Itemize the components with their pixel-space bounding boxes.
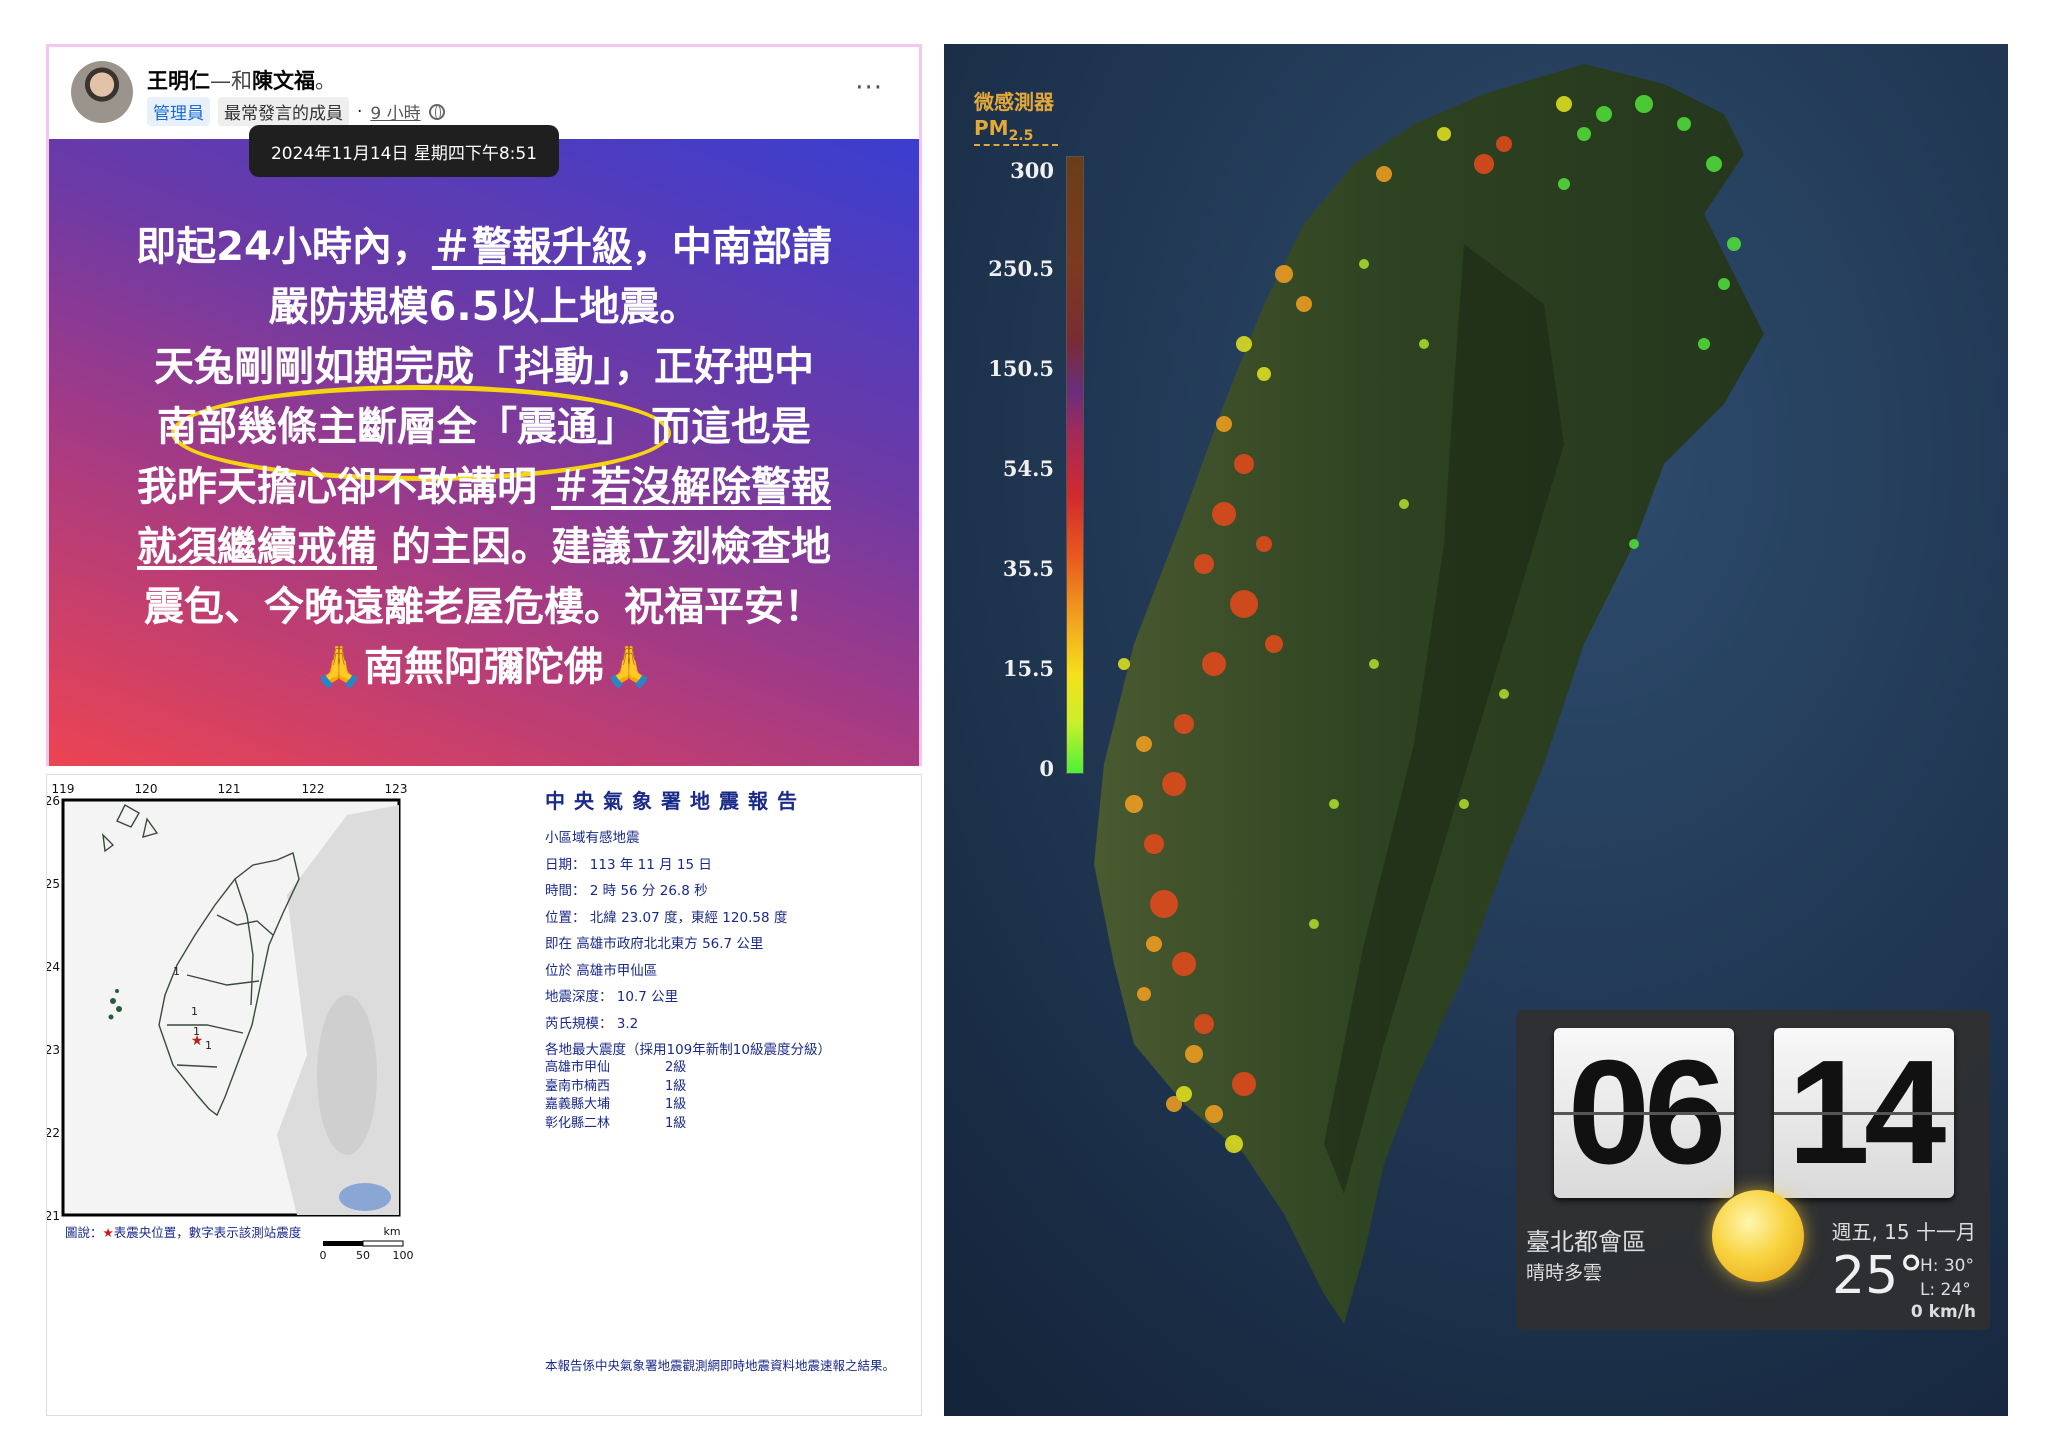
intensity-table: 高雄市甲仙 2級 臺南市楠西 1級 嘉義縣大埔 1級 彰化縣二林 1級 [545, 1059, 686, 1133]
author-name[interactable]: 王明仁 [147, 69, 210, 93]
scale-tick: 0 [1039, 756, 1054, 781]
sun-icon [1712, 1190, 1804, 1282]
report-title: 中央氣象署地震報告 [545, 789, 806, 813]
post-time-link[interactable]: 9 小時 [370, 99, 420, 124]
pm25-legend-label: PM2.5 [974, 116, 1058, 146]
post-line-4: 南部幾條主斷層全「震通」 而這也是 [157, 404, 811, 450]
weather-area: 臺北都會區 [1526, 1228, 1646, 1256]
post-line-1: 即起24小時內，＃警報升級，中南部請 [136, 224, 832, 270]
lat-tick: 22 [47, 1126, 60, 1140]
weather-condition: 晴時多雲 [1526, 1262, 1603, 1284]
author-line: 王明仁—和陳文福。 [147, 65, 336, 95]
report-time: 時間： 2 時 56 分 26.8 秒 [545, 883, 708, 899]
clock-minute: 14 [1774, 1028, 1954, 1198]
clock-hour: 06 [1554, 1028, 1734, 1198]
intensity-row: 臺南市楠西 1級 [545, 1078, 687, 1094]
lat-tick: 26 [47, 794, 60, 808]
cwa-logo-icon [339, 1183, 391, 1211]
scale-tick: 15.5 [1002, 656, 1054, 681]
author-suffix: 。 [315, 69, 336, 93]
report-info: 小區域有感地震 日期： 113 年 11 月 15 日 時間： 2 時 56 分… [545, 825, 831, 1064]
weather-date: 週五, 15 十一月 [1831, 1220, 1976, 1244]
top-contributor-badge[interactable]: 最常發言的成員 [218, 97, 349, 126]
author-avatar[interactable] [71, 61, 133, 123]
report-footnote: 本報告係中央氣象署地震觀測網即時地震資料地震速報之結果。 [545, 1358, 896, 1373]
more-options-button[interactable]: ··· [855, 73, 883, 103]
report-position: 位置： 北緯 23.07 度，東經 120.58 度 [545, 909, 788, 926]
intensity-row: 彰化縣二林 1級 [545, 1115, 687, 1131]
lon-tick: 120 [135, 782, 158, 796]
post-background: 即起24小時內，＃警報升級，中南部請 嚴防規模6.5以上地震。 天兔剛剛如期完成… [49, 139, 919, 766]
report-magnitude: 芮氏規模： 3.2 [545, 1015, 639, 1032]
report-at: 即在 高雄市政府北北東方 56.7 公里 [545, 936, 764, 952]
post-line-6: 就須繼續戒備 的主因。建議立刻檢查地 [137, 524, 831, 570]
lat-tick: 24 [47, 960, 60, 974]
post-text: 即起24小時內，＃警報升級，中南部請 嚴防規模6.5以上地震。 天兔剛剛如期完成… [89, 217, 879, 697]
lon-tick: 122 [302, 782, 325, 796]
high-temp: H: 30° [1919, 1256, 1974, 1276]
hashtag-if-not-lifted[interactable]: ＃若沒解除警報 [551, 464, 831, 510]
post-line-2: 嚴防規模6.5以上地震。 [268, 284, 700, 330]
tagged-user[interactable]: 陳文福 [252, 69, 315, 93]
report-depth: 地震深度： 10.7 公里 [545, 989, 679, 1005]
intensity-row: 嘉義縣大埔 1級 [545, 1097, 687, 1112]
clock-weather-widget[interactable]: 06 14 臺北都會區 晴時多雲 週五, 15 十一月 25° H: 30° L… [1516, 1010, 1990, 1330]
intensity-row: 高雄市甲仙 2級 [545, 1060, 687, 1075]
scale-unit: km [383, 1225, 400, 1238]
post-line-7: 震包、今晚遠離老屋危樓。祝福平安！ [144, 584, 824, 630]
scale-tick: 150.5 [988, 356, 1054, 381]
scale-tick: 35.5 [1002, 556, 1054, 581]
pm25-sensor-map: 微感測器 PM2.5 300 250.5 150.5 54.5 35.5 15.… [944, 44, 2008, 1416]
report-subtitle: 小區域有感地震 [545, 830, 640, 846]
sensor-legend-title: 微感測器 [974, 90, 1054, 114]
pm25-color-scale [1066, 156, 1084, 774]
report-date: 日期： 113 年 11 月 15 日 [545, 856, 712, 873]
lat-tick: 21 [47, 1209, 60, 1223]
scale-tick: 54.5 [1002, 456, 1054, 481]
station-label: 1 [173, 965, 180, 978]
hashtag-keep-alert[interactable]: 就須繼續戒備 [137, 524, 377, 570]
with-text: —和 [210, 69, 252, 93]
meta-separator: · [357, 101, 363, 122]
scale-tick: 250.5 [988, 256, 1054, 281]
scale-tick: 50 [356, 1249, 370, 1262]
map-legend: 圖說：★表震央位置，數字表示該測站震度 [65, 1225, 302, 1240]
timestamp-tooltip: 2024年11月14日 星期四下午8:51 [249, 125, 559, 177]
lon-tick: 121 [218, 782, 241, 796]
scale-tick: 0 [320, 1249, 327, 1262]
earthquake-report: ★ 1 1 1 1 119 120 121 122 123 26 25 24 2… [46, 774, 922, 1416]
hashtag-alert-upgrade[interactable]: ＃警報升級 [432, 224, 632, 270]
station-label: 1 [193, 1025, 200, 1038]
facebook-post: 王明仁—和陳文福。 管理員 最常發言的成員 · 9 小時 ··· 2024年11… [46, 44, 922, 766]
station-label: 1 [191, 1005, 198, 1018]
epicenter-map: ★ 1 1 1 1 119 120 121 122 123 26 25 24 2… [47, 782, 414, 1262]
post-line-3: 天兔剛剛如期完成「抖動」，正好把中 [154, 344, 814, 390]
scale-tick: 100 [393, 1249, 414, 1262]
lat-tick: 23 [47, 1043, 60, 1057]
post-line-8: 🙏南無阿彌陀佛🙏 [314, 644, 654, 690]
post-meta: 管理員 最常發言的成員 · 9 小時 [147, 97, 445, 126]
post-line-5: 我昨天擔心卻不敢講明 ＃若沒解除警報 [137, 464, 831, 510]
admin-badge[interactable]: 管理員 [147, 97, 210, 126]
station-label: 1 [205, 1039, 212, 1052]
wind-speed: 0 km/h [1910, 1302, 1976, 1322]
report-located: 位於 高雄市甲仙區 [545, 962, 658, 979]
lat-tick: 25 [47, 877, 60, 891]
low-temp: L: 24° [1919, 1280, 1971, 1300]
current-temperature: 25° [1832, 1246, 1925, 1306]
lon-tick: 123 [385, 782, 408, 796]
pray-icon: 🙏 [604, 644, 654, 690]
scale-tick: 300 [1010, 158, 1054, 183]
high-low-temperature: H: 30° L: 24° [1920, 1254, 1974, 1302]
pray-icon: 🙏 [314, 644, 364, 690]
globe-icon [428, 103, 445, 120]
